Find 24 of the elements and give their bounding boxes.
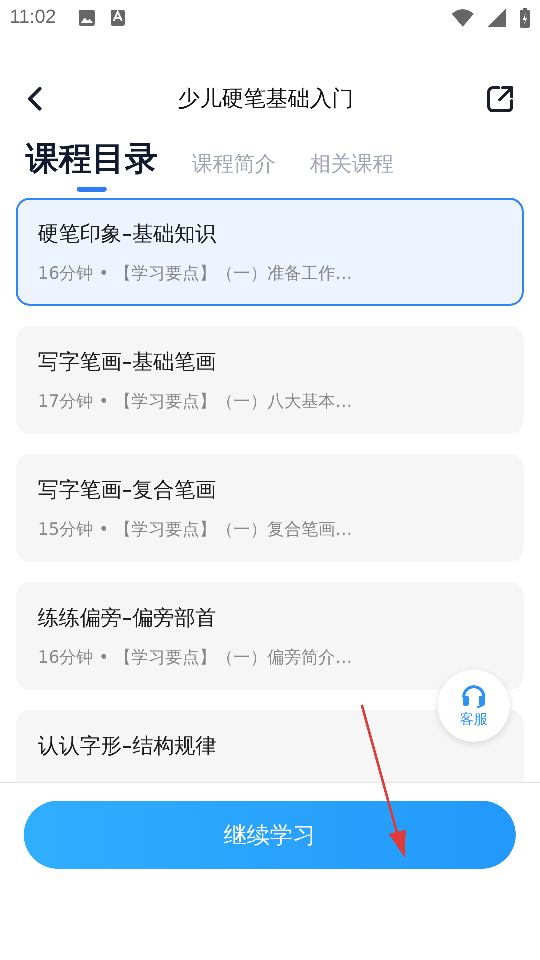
lesson-title: 认认字形–结构规律 [38, 733, 218, 760]
lesson-card[interactable]: 写字笔画–复合笔画 15分钟 • 【学习要点】（一）复合笔画… [16, 454, 524, 562]
lesson-meta: 16分钟 • 【学习要点】（一）准备工作… [38, 263, 354, 285]
share-icon[interactable] [486, 84, 516, 114]
lesson-title: 写字笔画–复合笔画 [38, 477, 218, 504]
wifi-icon [452, 9, 474, 27]
lesson-meta: 17分钟 • 【学习要点】（一）八大基本… [38, 391, 354, 413]
battery-icon [520, 8, 530, 28]
lesson-card[interactable]: 硬笔印象–基础知识 16分钟 • 【学习要点】（一）准备工作… [16, 198, 524, 306]
lesson-card[interactable]: 写字笔画–基础笔画 17分钟 • 【学习要点】（一）八大基本… [16, 326, 524, 434]
tab-indicator [77, 187, 107, 192]
headset-icon [461, 684, 487, 708]
status-time: 11:02 [10, 7, 56, 29]
image-icon [78, 9, 96, 27]
lesson-title: 写字笔画–基础笔画 [38, 349, 218, 376]
text-icon [110, 9, 126, 27]
lesson-meta: 15分钟 • 【学习要点】（一）复合笔画… [38, 519, 354, 541]
lesson-title: 硬笔印象–基础知识 [38, 221, 218, 248]
lesson-title: 练练偏旁–偏旁部首 [38, 605, 218, 632]
page-title: 少儿硬笔基础入门 [177, 86, 355, 114]
lesson-card[interactable]: 练练偏旁–偏旁部首 16分钟 • 【学习要点】（一）偏旁简介… [16, 582, 524, 690]
lesson-meta: 16分钟 • 【学习要点】（一）偏旁简介… [38, 647, 354, 669]
signal-icon [488, 9, 506, 27]
course-tab[interactable]: 课程目录 [26, 136, 158, 192]
